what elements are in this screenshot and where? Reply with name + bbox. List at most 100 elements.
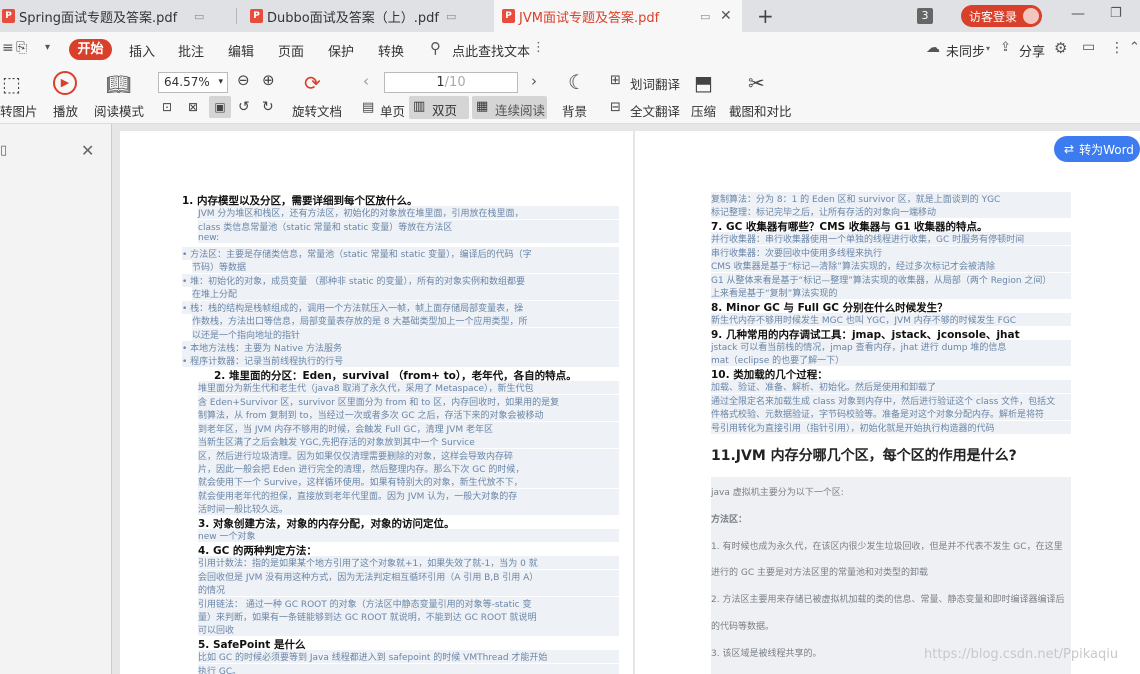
menu-insert[interactable]: 插入: [129, 41, 155, 60]
pdf-icon: P: [2, 9, 15, 23]
section-text-line: 的代码等数据。: [711, 622, 775, 632]
close-tab-icon[interactable]: ✕: [720, 8, 732, 24]
cloud-icon: ☁: [926, 40, 940, 56]
doc-text-line: 新生代内存不够用时候发生 MGC 也叫 YGC，JVM 内存不够的时候发生 FG…: [711, 313, 1071, 327]
doc-text-line: 上来看是基于“复制”算法实现的: [711, 286, 1071, 300]
restore-icon[interactable]: ❐: [1110, 6, 1122, 21]
collapse-icon[interactable]: ⌃: [1129, 40, 1140, 55]
section-text-line: 1. 有时候也成为永久代，在该区内很少发生垃圾回收，但是并不代表不发生 GC，在…: [711, 541, 1063, 552]
doc-text-line: new:: [198, 233, 619, 244]
doc-text-line: 引用链法： 通过一种 GC ROOT 的对象（方法区中静态变量引用的对象等-st…: [198, 596, 619, 610]
full-translate-button[interactable]: 全文翻译: [630, 101, 680, 120]
doc-text-line: 到老年区，当 JVM 内存不够用的时候，会触发 Full GC，清理 JVM 老…: [198, 421, 619, 435]
menu-convert[interactable]: 转换: [378, 41, 404, 60]
more-icon[interactable]: ⋮: [532, 40, 545, 55]
compress-icon: ⬒: [694, 71, 713, 95]
read-mode-button[interactable]: 阅读模式: [94, 101, 144, 120]
moon-icon: ☾: [568, 70, 586, 94]
convert-to-word-button[interactable]: ⇄ 转为Word: [1054, 136, 1140, 162]
search-text[interactable]: 点此查找文本: [452, 41, 530, 60]
doc-text-line: JVM 分为堆区和栈区，还有方法区，初始化的对象放在堆里面，引用放在栈里面，: [198, 206, 619, 220]
menu-protect[interactable]: 保护: [328, 41, 354, 60]
doc-text-line: 加载、验证、准备、解析、初始化。然后是使用和卸载了: [711, 380, 1071, 394]
doc-text-line: 含 Eden+Survivor 区，survivor 区里面分为 from 和 …: [198, 394, 619, 408]
doc-text-line: • 堆：初始化的对象，成员变量 （那种非 static 的变量），所有的对象实例…: [182, 273, 619, 287]
background-button[interactable]: 背景: [562, 101, 587, 120]
tab-count-badge[interactable]: 3: [917, 8, 933, 24]
chevron-down-icon[interactable]: ▾: [986, 44, 990, 53]
continuous-read-button[interactable]: ▦ 连续阅读: [472, 96, 547, 119]
image-icon: ⬚: [2, 72, 21, 96]
zoom-value: 64.57%: [164, 75, 210, 89]
double-page-button[interactable]: ▥ 双页: [409, 96, 469, 119]
doc-text-line: 堆里面分为新生代和老生代（java8 取消了永久代，采用了 Metaspace）…: [198, 381, 619, 395]
doc-text-line: 量）来判断，如果有一条链能够到达 GC ROOT 就说明，不能到达 GC ROO…: [198, 609, 619, 623]
tab-dubbo[interactable]: P Dubbo面试及答案（上）.pdf ▭: [244, 0, 490, 32]
rotate-right-icon[interactable]: ↻: [262, 99, 274, 115]
play-button[interactable]: 播放: [53, 101, 78, 120]
single-page-button[interactable]: 单页: [380, 101, 405, 120]
menu-edit[interactable]: 编辑: [228, 41, 254, 60]
document-page-left: 1. 内存模型以及分区，需要详细到每个区放什么。 JVM 分为堆区和栈区，还有方法…: [120, 131, 633, 674]
menu-icon[interactable]: ≡: [2, 40, 14, 56]
window-icon[interactable]: ▭: [446, 10, 456, 23]
window-icon[interactable]: ▭: [194, 10, 204, 23]
tab-label: Dubbo面试及答案（上）.pdf: [267, 10, 439, 26]
section-text-line: 2. 方法区主要用来存储已被虚拟机加载的类的信息、常量、静态变量和即时编译器编译…: [711, 595, 1065, 606]
next-page-icon[interactable]: ›: [531, 72, 537, 90]
zoom-out-icon[interactable]: ⊖: [237, 71, 250, 89]
fit-width-icon[interactable]: ▣: [209, 96, 231, 118]
doc-text-line: 区，然后进行垃圾清理。因为如果仅仅清理需要删除的对象，这样会导致内存碎: [198, 448, 619, 462]
export-icon[interactable]: ⎘: [16, 40, 27, 56]
convert-image-button[interactable]: 转图片: [0, 101, 38, 120]
sync-status[interactable]: 未同步: [946, 41, 985, 60]
window-icon[interactable]: ▭: [700, 10, 710, 23]
share-button[interactable]: 分享: [1019, 41, 1045, 60]
menu-page[interactable]: 页面: [278, 41, 304, 60]
zoom-select[interactable]: 64.57% ▾: [158, 72, 228, 93]
page-input[interactable]: 1/10: [384, 72, 518, 93]
doc-text-line: 引用计数法：指的是如果某个地方引用了这个对象就+1，如果失效了就-1，当为 0 …: [198, 556, 619, 570]
chevron-down-icon[interactable]: ▾: [45, 42, 50, 53]
rotate-doc-button[interactable]: 旋转文档: [292, 101, 342, 120]
settings-icon[interactable]: ⚙: [1054, 39, 1067, 57]
watermark: https://blog.csdn.net/Ppikaqiu: [924, 647, 1119, 662]
doc-text-line: 号引用转化为直接引用（指针引用），初始化就是开始执行构造器的代码: [711, 420, 1071, 434]
section-text-line: 进行的 GC 主要是对方法区里的常量池和对类型的卸载: [711, 568, 928, 579]
doc-text-line: 会回收但是 JVM 没有用这种方式，因为无法判定相互循环引用（A 引用 B,B …: [198, 569, 619, 583]
fit-page-icon[interactable]: ⊠: [188, 100, 198, 114]
tab-spring[interactable]: P Spring面试专题及答案.pdf ▭: [0, 0, 236, 32]
compress-button[interactable]: 压缩: [691, 101, 716, 120]
section-text-line: 3. 该区域是被线程共享的。: [711, 648, 822, 659]
search-icon[interactable]: ⚲: [430, 39, 441, 57]
doc-text-line: 并行收集器：串行收集器使用一个单独的线程进行收集，GC 时服务有停顿时间: [711, 232, 1071, 246]
prev-page-icon[interactable]: ‹: [363, 72, 369, 90]
doc-text-line: 制算法，从 from 复制到 to，当经过一次或者多次 GC 之后，存活下来的对…: [198, 408, 619, 422]
rotate-left-icon[interactable]: ↺: [238, 99, 250, 115]
zoom-in-icon[interactable]: ⊕: [262, 71, 275, 89]
tab-label: Spring面试专题及答案.pdf: [19, 10, 178, 26]
more-vertical-icon[interactable]: ⋮: [1110, 40, 1124, 56]
word-translate-button[interactable]: 划词翻译: [630, 74, 680, 93]
actual-size-icon[interactable]: ⊡: [162, 100, 172, 114]
screenshot-compare-button[interactable]: 截图和对比: [729, 101, 792, 120]
menu-start[interactable]: 开始: [69, 39, 112, 60]
comment-icon[interactable]: ▭: [1082, 39, 1095, 55]
doc-text-line: 复制算法：分为 8：1 的 Eden 区和 survivor 区，就是上面谈到的…: [711, 192, 1071, 205]
doc-text-line: • 本地方法栈：主要为 Native 方法服务: [182, 340, 619, 354]
close-panel-icon[interactable]: ✕: [81, 141, 94, 160]
section-title: 11.JVM 内存分哪几个区，每个区的作用是什么?: [711, 448, 1017, 464]
new-tab-icon[interactable]: +: [757, 4, 774, 28]
login-button[interactable]: 访客登录: [961, 5, 1042, 27]
share-icon: ⇪: [1000, 40, 1011, 55]
panel-icon: ▯: [0, 143, 8, 158]
toolbar: ⬚ 转图片 ▶ 播放 📖︎ 阅读模式 64.57% ▾ ⊖ ⊕ ⊡ ⊠ ▣ ↺ …: [0, 66, 1140, 124]
tab-jvm[interactable]: P JVM面试专题及答案.pdf ▭ ✕: [494, 0, 742, 32]
single-page-icon: ▤: [362, 100, 375, 115]
login-label: 访客登录: [969, 9, 1018, 24]
doc-text-line: jstack 可以看当前栈的情况，jmap 查看内存，jhat 进行 dump …: [711, 339, 1071, 353]
menu-annotate[interactable]: 批注: [178, 41, 204, 60]
minimize-icon[interactable]: —: [1071, 6, 1085, 22]
doc-text-line: 就会使用下一个 Survive，这样循环使用。如果有特别大的对象，新生代放不下，: [198, 475, 619, 489]
translate-icon: ⊞: [610, 73, 621, 88]
